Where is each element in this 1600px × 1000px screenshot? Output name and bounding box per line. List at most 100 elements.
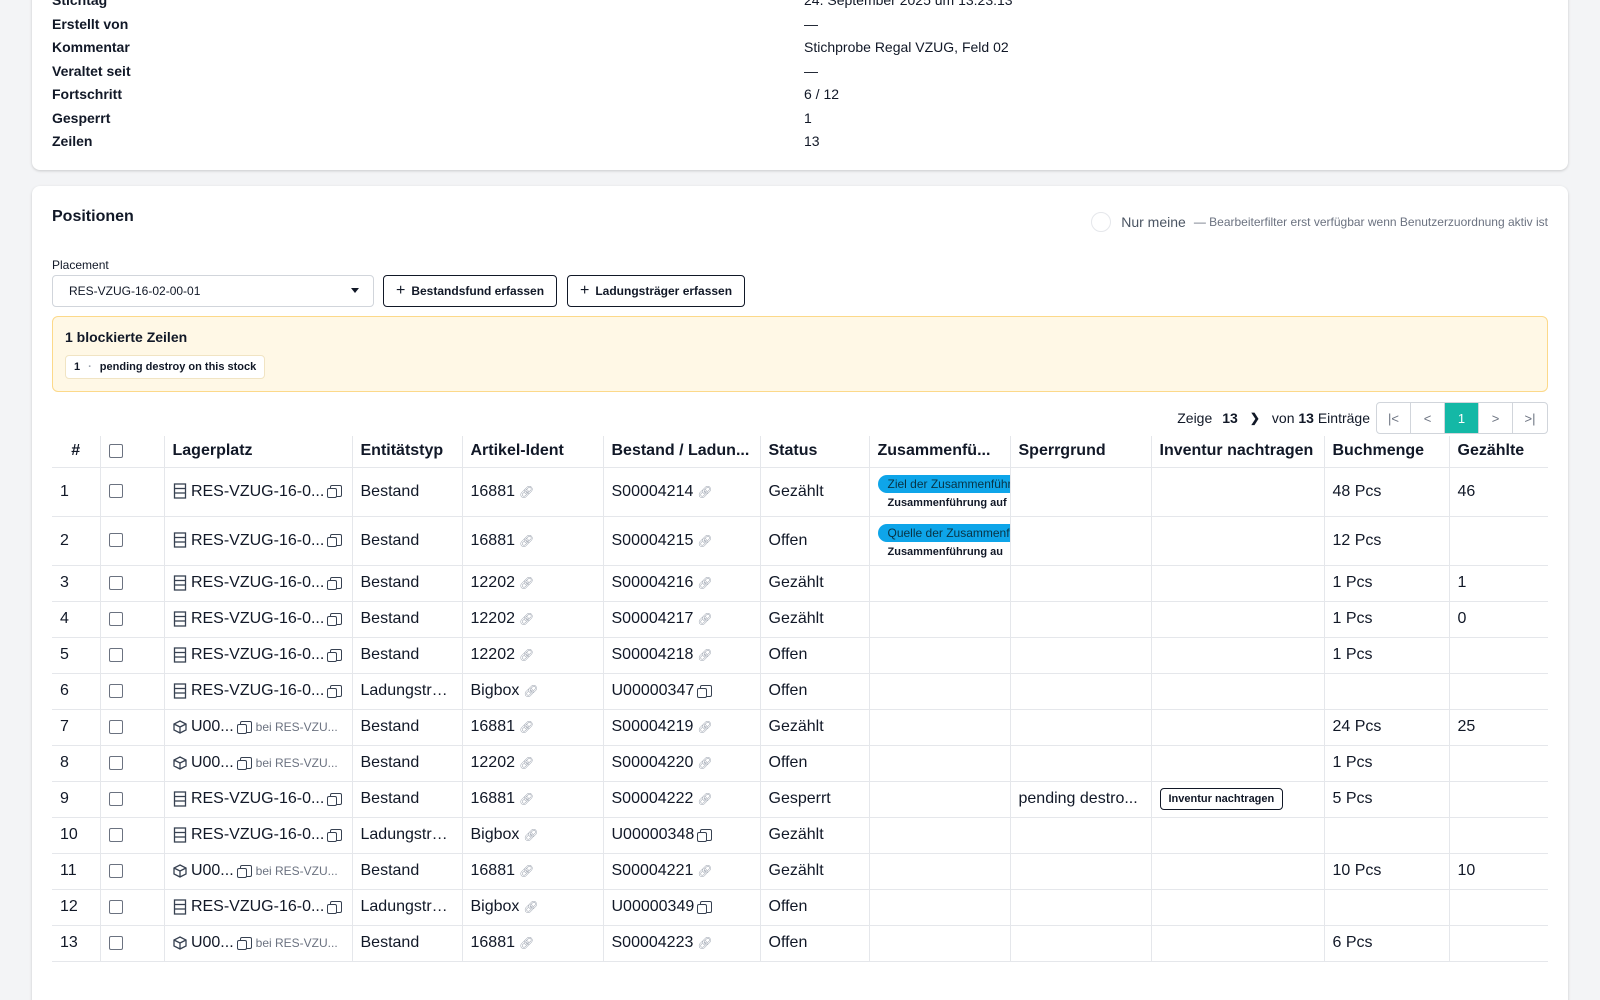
table-row[interactable]: 10 RES-VZUG-16-0... Ladungsträ... Bigbox… <box>52 817 1548 854</box>
row-checkbox-cell[interactable] <box>100 781 165 818</box>
copy-icon[interactable] <box>327 576 343 590</box>
row-checkbox-cell[interactable] <box>100 709 165 746</box>
copy-icon[interactable] <box>236 864 252 878</box>
row-checkbox[interactable] <box>108 863 123 878</box>
table-row[interactable]: 7 U00... bei RES-VZU... Bestand 16881 🔗︎ S… <box>52 709 1548 746</box>
row-checkbox-cell[interactable] <box>100 601 165 638</box>
link-icon[interactable]: 🔗︎ <box>519 576 534 590</box>
table-row[interactable]: 8 U00... bei RES-VZU... Bestand 12202 🔗︎ S… <box>52 745 1548 782</box>
link-icon[interactable]: 🔗︎ <box>697 864 712 878</box>
row-checkbox-cell[interactable] <box>100 673 165 710</box>
inventur-nachtragen-cell <box>1151 516 1325 566</box>
link-icon[interactable]: 🔗︎ <box>697 485 712 499</box>
row-checkbox[interactable] <box>108 647 123 662</box>
link-icon[interactable]: 🔗︎ <box>519 648 534 662</box>
copy-icon[interactable] <box>327 485 343 499</box>
nur-meine-toggle[interactable] <box>1091 212 1112 232</box>
copy-icon[interactable] <box>327 534 343 548</box>
first-page-button[interactable]: |< <box>1377 403 1411 433</box>
row-checkbox[interactable] <box>108 827 123 842</box>
row-checkbox-cell[interactable] <box>100 853 165 890</box>
table-row[interactable]: 4 RES-VZUG-16-0... Bestand 12202 🔗︎ S0000… <box>52 601 1548 638</box>
next-page-button[interactable]: > <box>1479 403 1513 433</box>
row-checkbox[interactable] <box>108 719 123 734</box>
link-icon[interactable]: 🔗︎ <box>697 756 712 770</box>
copy-icon[interactable] <box>327 792 343 806</box>
copy-icon[interactable] <box>236 936 252 950</box>
link-icon[interactable]: 🔗︎ <box>519 534 534 548</box>
row-checkbox[interactable] <box>108 935 123 950</box>
row-checkbox-cell[interactable] <box>100 516 165 566</box>
select-all-checkbox[interactable] <box>108 444 123 459</box>
inventur-nachtragen-button[interactable]: Inventur nachtragen <box>1159 788 1284 810</box>
link-icon[interactable]: 🔗︎ <box>697 576 712 590</box>
link-icon[interactable]: 🔗︎ <box>519 720 534 734</box>
link-icon[interactable]: 🔗︎ <box>697 720 712 734</box>
row-checkbox-cell[interactable] <box>100 925 165 962</box>
table-row[interactable]: 3 RES-VZUG-16-0... Bestand 12202 🔗︎ S0000… <box>52 565 1548 602</box>
last-page-button[interactable]: >| <box>1513 403 1547 433</box>
page-size-select[interactable]: 13 ❯ <box>1222 410 1260 426</box>
link-icon[interactable]: 🔗︎ <box>523 684 538 698</box>
link-icon[interactable]: 🔗︎ <box>697 612 712 626</box>
status-cell: Offen <box>760 925 870 962</box>
copy-icon[interactable] <box>236 756 252 770</box>
row-number: 10 <box>52 817 101 854</box>
entries-label: Einträge <box>1317 410 1370 426</box>
table-row[interactable]: 9 RES-VZUG-16-0... Bestand 16881 🔗︎ S0000… <box>52 781 1548 818</box>
row-checkbox[interactable] <box>108 755 123 770</box>
row-checkbox-cell[interactable] <box>100 637 165 674</box>
copy-icon[interactable] <box>697 828 713 842</box>
row-checkbox-cell[interactable] <box>100 467 165 517</box>
table-row[interactable]: 13 U00... bei RES-VZU... Bestand 16881 🔗︎ … <box>52 925 1548 962</box>
link-icon[interactable]: 🔗︎ <box>697 534 712 548</box>
table-row[interactable]: 12 RES-VZUG-16-0... Ladungsträ... Bigbox… <box>52 889 1548 926</box>
table-header-row: # Lagerplatz Entitätstyp Artikel-Ident Besta… <box>52 436 1548 468</box>
row-checkbox[interactable] <box>108 611 123 626</box>
table-row[interactable]: 11 U00... bei RES-VZU... Bestand 16881 🔗︎ … <box>52 853 1548 890</box>
table-row[interactable]: 2 RES-VZUG-16-0... Bestand 16881 🔗︎ S0000… <box>52 516 1548 566</box>
link-icon[interactable]: 🔗︎ <box>523 900 538 914</box>
copy-icon[interactable] <box>327 612 343 626</box>
link-icon[interactable]: 🔗︎ <box>519 792 534 806</box>
copy-icon[interactable] <box>697 900 713 914</box>
row-checkbox-cell[interactable] <box>100 817 165 854</box>
ladungstraeger-erfassen-button[interactable]: + Ladungsträger erfassen <box>567 275 746 307</box>
link-icon[interactable]: 🔗︎ <box>519 612 534 626</box>
table-row[interactable]: 6 RES-VZUG-16-0... Ladungsträ... Bigbox 🔗… <box>52 673 1548 710</box>
placement-select[interactable]: RES-VZUG-16-02-00-01 <box>52 275 374 307</box>
link-icon[interactable]: 🔗︎ <box>519 864 534 878</box>
select-all-checkbox-cell[interactable] <box>100 436 165 468</box>
copy-icon[interactable] <box>327 648 343 662</box>
current-page-button[interactable]: 1 <box>1445 403 1479 433</box>
link-icon[interactable]: 🔗︎ <box>519 485 534 499</box>
artikel-ident-cell: 16881 🔗︎ <box>462 925 604 962</box>
table-row[interactable]: 1 RES-VZUG-16-0... Bestand 16881 🔗︎ S0000… <box>52 467 1548 517</box>
positions-table-wrapper[interactable]: # Lagerplatz Entitätstyp Artikel-Ident Besta… <box>52 436 1548 986</box>
copy-icon[interactable] <box>327 900 343 914</box>
prev-page-button[interactable]: < <box>1411 403 1445 433</box>
row-checkbox-cell[interactable] <box>100 889 165 926</box>
positionen-card: Positionen Nur meine — Bearbeiterfilter … <box>32 186 1568 1000</box>
bestandsfund-erfassen-button[interactable]: + Bestandsfund erfassen <box>383 275 558 307</box>
row-checkbox[interactable] <box>108 533 123 548</box>
row-checkbox[interactable] <box>108 899 123 914</box>
row-checkbox[interactable] <box>108 791 123 806</box>
link-icon[interactable]: 🔗︎ <box>697 936 712 950</box>
row-checkbox[interactable] <box>108 683 123 698</box>
copy-icon[interactable] <box>327 684 343 698</box>
link-icon[interactable]: 🔗︎ <box>519 936 534 950</box>
row-checkbox-cell[interactable] <box>100 565 165 602</box>
link-icon[interactable]: 🔗︎ <box>697 648 712 662</box>
row-checkbox[interactable] <box>108 484 123 499</box>
link-icon[interactable]: 🔗︎ <box>523 828 538 842</box>
link-icon[interactable]: 🔗︎ <box>519 756 534 770</box>
table-row[interactable]: 5 RES-VZUG-16-0... Bestand 12202 🔗︎ S0000… <box>52 637 1548 674</box>
nur-meine-filter[interactable]: Nur meine — Bearbeiterfilter erst verfüg… <box>1091 212 1548 232</box>
link-icon[interactable]: 🔗︎ <box>697 792 712 806</box>
row-checkbox-cell[interactable] <box>100 745 165 782</box>
copy-icon[interactable] <box>236 720 252 734</box>
copy-icon[interactable] <box>697 684 713 698</box>
row-checkbox[interactable] <box>108 575 123 590</box>
copy-icon[interactable] <box>327 828 343 842</box>
